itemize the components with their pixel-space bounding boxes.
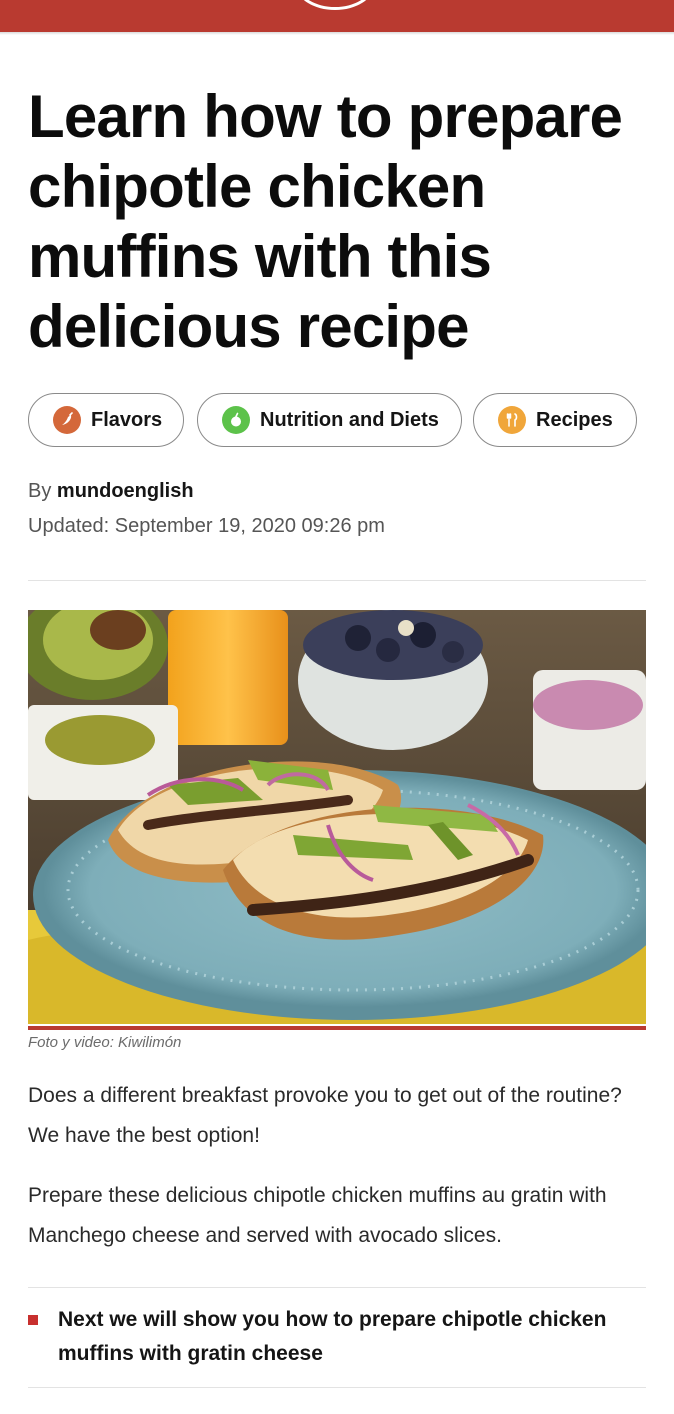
divider: [28, 580, 646, 581]
image-caption: Foto y video: Kiwilimón: [28, 1034, 182, 1051]
byline: By mundoenglish: [28, 480, 194, 503]
divider: [28, 1287, 646, 1288]
tag-nutrition-and-diets[interactable]: Nutrition and Diets: [197, 393, 462, 447]
article-title: Learn how to prepare chipotle chicken mu…: [28, 83, 623, 360]
divider: [28, 1387, 646, 1388]
top-header-bar: [0, 0, 674, 32]
paragraph: Does a different breakfast provoke you t…: [28, 1084, 622, 1147]
tag-label: Nutrition and Diets: [260, 408, 439, 431]
bullet-square-icon: [28, 1315, 38, 1325]
byline-prefix: By: [28, 480, 52, 502]
tag-recipes[interactable]: Recipes: [473, 393, 637, 447]
chili-pepper-icon: [53, 406, 81, 434]
updated-timestamp: Updated: September 19, 2020 09:26 pm: [28, 515, 385, 537]
fork-knife-icon: [498, 406, 526, 434]
list-item-text: Next we will show you how to prepare chi…: [58, 1308, 607, 1365]
tag-flavors[interactable]: Flavors: [28, 393, 184, 447]
image-accent-bar: [28, 1026, 646, 1030]
tag-label: Flavors: [91, 408, 163, 431]
tag-label: Recipes: [536, 408, 613, 431]
hero-image: [28, 610, 646, 1024]
apple-icon: [222, 406, 250, 434]
author-link[interactable]: mundoenglish: [57, 480, 194, 502]
paragraph: Prepare these delicious chipotle chicken…: [28, 1184, 607, 1247]
site-logo[interactable]: [296, 0, 374, 10]
header-shadow: [0, 32, 674, 35]
